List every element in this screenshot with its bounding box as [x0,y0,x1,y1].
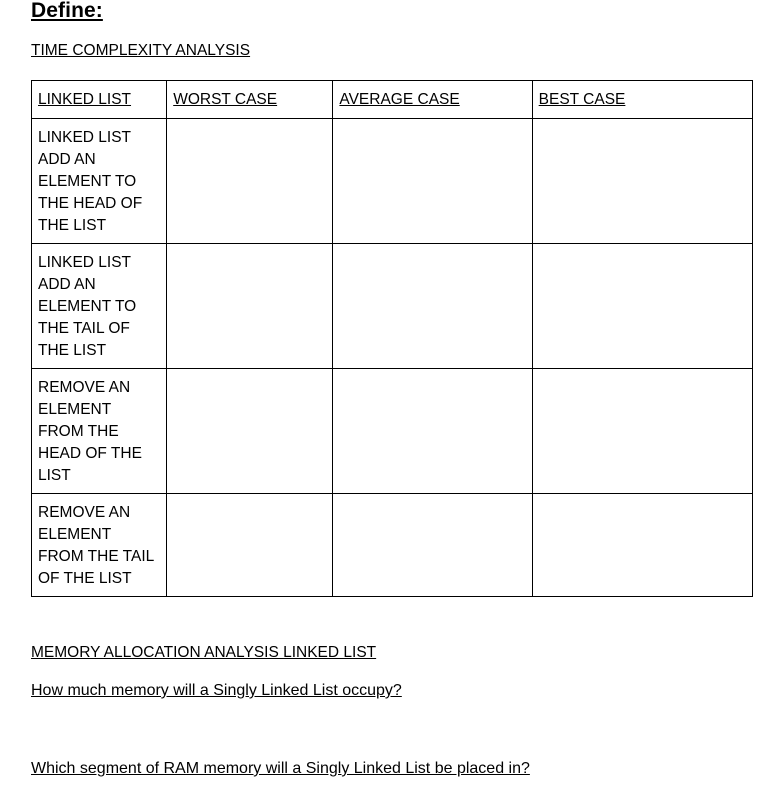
document-title: Define: [31,0,103,22]
time-complexity-table: LINKED LIST WORST CASE AVERAGE CASE BEST… [30,80,754,597]
best-case-cell[interactable] [531,243,754,369]
section-heading-time-complexity: TIME COMPLEXITY ANALYSIS [31,42,251,59]
header-best-case: BEST CASE [531,80,754,119]
worst-case-cell[interactable] [166,118,334,244]
table-row: REMOVE AN ELEMENT FROM THE TAIL OF THE L… [30,493,754,597]
average-case-cell[interactable] [332,118,533,244]
worst-case-cell[interactable] [166,368,334,494]
average-case-cell[interactable] [332,368,533,494]
table-row: LINKED LIST ADD AN ELEMENT TO THE TAIL O… [30,243,754,369]
operation-cell: REMOVE AN ELEMENT FROM THE TAIL OF THE L… [30,493,168,597]
header-linked-list: LINKED LIST [30,80,168,119]
table-row: REMOVE AN ELEMENT FROM THE HEAD OF THE L… [30,368,754,494]
section-heading-memory-allocation: MEMORY ALLOCATION ANALYSIS LINKED LIST [31,644,377,661]
operation-cell: REMOVE AN ELEMENT FROM THE HEAD OF THE L… [30,368,168,494]
table-row: LINKED LIST ADD AN ELEMENT TO THE HEAD O… [30,118,754,244]
best-case-cell[interactable] [531,493,754,597]
header-worst-case: WORST CASE [166,80,334,119]
operation-cell: LINKED LIST ADD AN ELEMENT TO THE HEAD O… [30,118,168,244]
best-case-cell[interactable] [531,118,754,244]
best-case-cell[interactable] [531,368,754,494]
header-average-case: AVERAGE CASE [332,80,533,119]
average-case-cell[interactable] [332,243,533,369]
question-ram-segment: Which segment of RAM memory will a Singl… [31,760,530,777]
operation-cell: LINKED LIST ADD AN ELEMENT TO THE TAIL O… [30,243,168,369]
table-header-row: LINKED LIST WORST CASE AVERAGE CASE BEST… [30,80,754,119]
average-case-cell[interactable] [332,493,533,597]
question-memory-size: How much memory will a Singly Linked Lis… [31,682,402,699]
worst-case-cell[interactable] [166,243,334,369]
worst-case-cell[interactable] [166,493,334,597]
